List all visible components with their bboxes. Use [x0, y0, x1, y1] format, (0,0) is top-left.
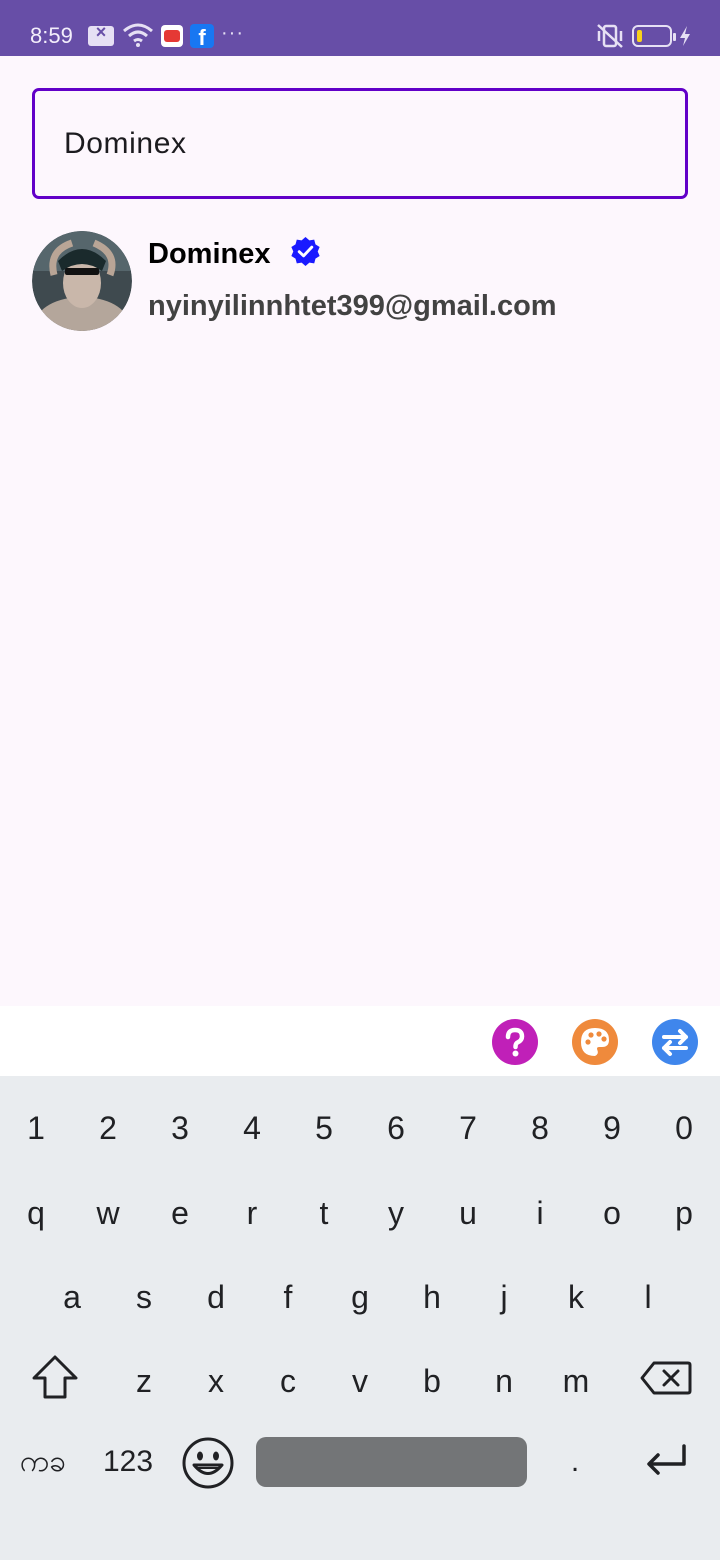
key-l[interactable]: l — [612, 1261, 684, 1333]
key-5[interactable]: 5 — [288, 1092, 360, 1164]
key-i[interactable]: i — [504, 1177, 576, 1249]
result-list-item[interactable]: Dominex nyinyilinnhtet399@gmail.com — [32, 230, 688, 334]
key-2[interactable]: 2 — [72, 1092, 144, 1164]
battery-icon — [632, 25, 676, 47]
key-u[interactable]: u — [432, 1177, 504, 1249]
enter-icon[interactable] — [644, 1442, 688, 1480]
status-bar: 8:59 f ··· — [0, 0, 720, 56]
charging-icon — [680, 26, 690, 46]
help-icon[interactable] — [492, 1019, 538, 1065]
key-k[interactable]: k — [540, 1261, 612, 1333]
language-key[interactable]: ကခ — [8, 1432, 78, 1492]
key-f[interactable]: f — [252, 1261, 324, 1333]
key-q[interactable]: q — [0, 1177, 72, 1249]
backspace-icon[interactable] — [640, 1360, 692, 1396]
youtube-icon — [161, 25, 183, 47]
key-a[interactable]: a — [36, 1261, 108, 1333]
result-email: nyinyilinnhtet399@gmail.com — [148, 290, 557, 322]
key-g[interactable]: g — [324, 1261, 396, 1333]
palette-icon[interactable] — [572, 1019, 618, 1065]
key-j[interactable]: j — [468, 1261, 540, 1333]
search-input[interactable] — [64, 91, 654, 196]
key-v[interactable]: v — [324, 1345, 396, 1417]
keyboard-toolbar — [0, 1006, 720, 1076]
swap-icon[interactable] — [652, 1019, 698, 1065]
result-name: Dominex — [148, 238, 271, 270]
key-z[interactable]: z — [108, 1345, 180, 1417]
key-4[interactable]: 4 — [216, 1092, 288, 1164]
key-n[interactable]: n — [468, 1345, 540, 1417]
key-m[interactable]: m — [540, 1345, 612, 1417]
key-o[interactable]: o — [576, 1177, 648, 1249]
screenshot-icon — [88, 22, 114, 46]
wifi-icon — [123, 23, 153, 47]
key-t[interactable]: t — [288, 1177, 360, 1249]
key-6[interactable]: 6 — [360, 1092, 432, 1164]
key-7[interactable]: 7 — [432, 1092, 504, 1164]
search-field[interactable] — [32, 88, 688, 199]
vibrate-off-icon — [597, 24, 623, 48]
key-b[interactable]: b — [396, 1345, 468, 1417]
space-key[interactable] — [256, 1437, 527, 1487]
key-9[interactable]: 9 — [576, 1092, 648, 1164]
key-d[interactable]: d — [180, 1261, 252, 1333]
key-3[interactable]: 3 — [144, 1092, 216, 1164]
emoji-icon[interactable] — [181, 1436, 235, 1490]
key-1[interactable]: 1 — [0, 1092, 72, 1164]
key-0[interactable]: 0 — [648, 1092, 720, 1164]
verified-badge-icon — [291, 236, 320, 267]
avatar — [32, 231, 132, 331]
key-r[interactable]: r — [216, 1177, 288, 1249]
period-key[interactable]: . — [545, 1432, 605, 1492]
key-h[interactable]: h — [396, 1261, 468, 1333]
key-w[interactable]: w — [72, 1177, 144, 1249]
more-icon: ··· — [221, 22, 244, 44]
numbers-key[interactable]: 123 — [96, 1432, 160, 1492]
key-s[interactable]: s — [108, 1261, 180, 1333]
keyboard: 1 2 3 4 5 6 7 8 9 0 q w e r t y u i o p … — [0, 1076, 720, 1560]
facebook-icon: f — [190, 24, 214, 50]
key-p[interactable]: p — [648, 1177, 720, 1249]
key-8[interactable]: 8 — [504, 1092, 576, 1164]
key-x[interactable]: x — [180, 1345, 252, 1417]
key-e[interactable]: e — [144, 1177, 216, 1249]
key-c[interactable]: c — [252, 1345, 324, 1417]
key-y[interactable]: y — [360, 1177, 432, 1249]
shift-icon[interactable] — [30, 1353, 80, 1403]
battery-level — [637, 30, 642, 42]
status-time: 8:59 — [30, 23, 73, 48]
